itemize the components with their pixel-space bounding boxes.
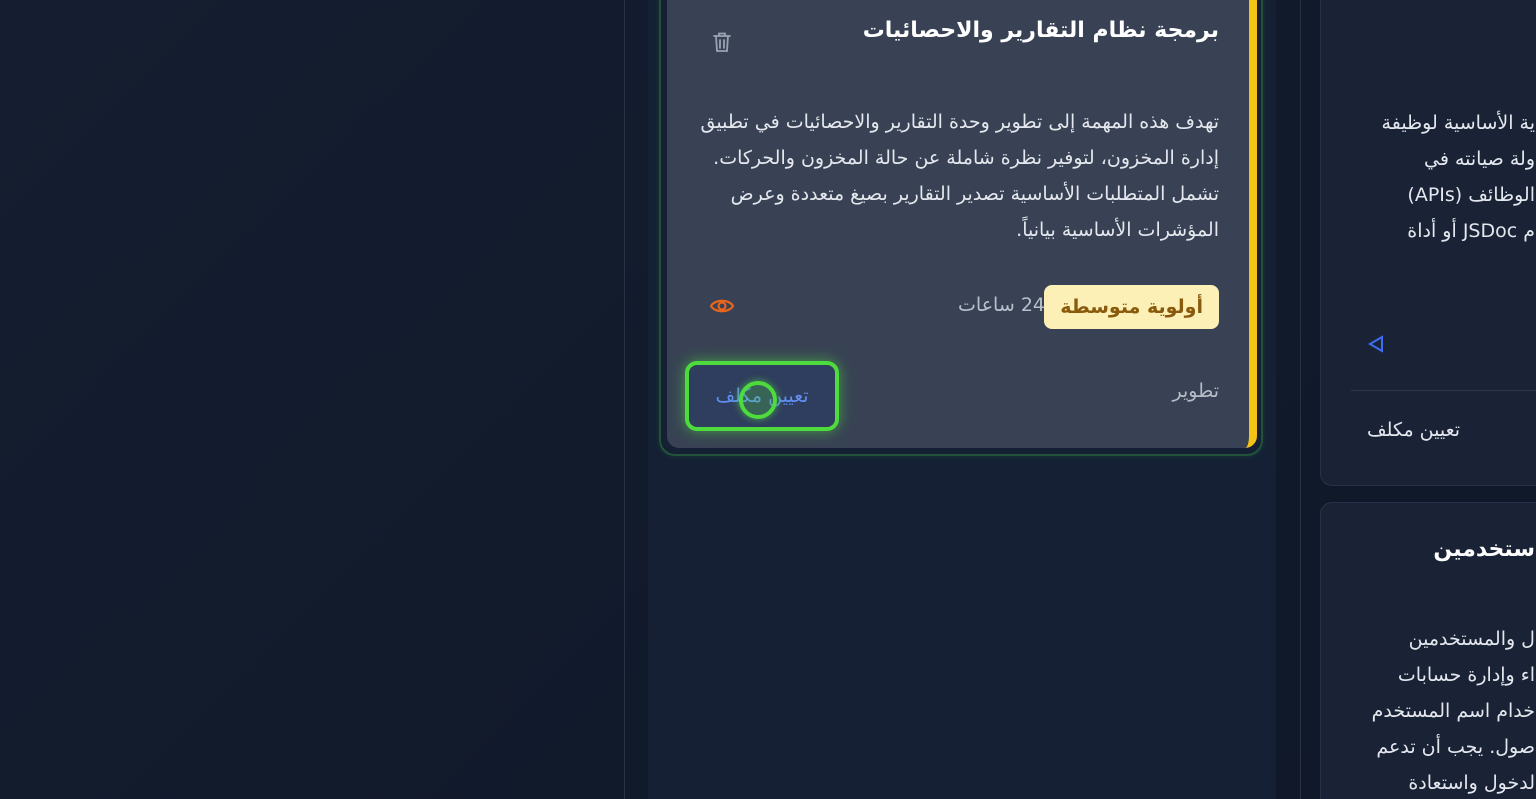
task-description-line: صول. يجب أن تدعم [1376, 736, 1535, 758]
task-card[interactable]: برمجة نظام التقارير والاحصائيات تهدف هذه… [667, 0, 1257, 448]
column-divider [624, 0, 625, 799]
task-description-line: ل والمستخدمين [1408, 628, 1535, 650]
column-divider [1300, 0, 1301, 799]
trash-icon[interactable] [711, 30, 733, 54]
task-description: تهدف هذه المهمة إلى تطوير وحدة التقارير … [700, 111, 1219, 241]
task-description-line: ولة صيانته في [1423, 148, 1535, 170]
card-divider [1351, 390, 1536, 391]
task-description-line: ية الأساسية لوظيفة [1381, 112, 1535, 134]
task-card-partial[interactable]: ستخدمين ل والمستخدمين اء وإدارة حسابات خ… [1320, 502, 1536, 799]
eye-icon[interactable] [709, 295, 735, 317]
task-description-line: الوظائف (APIs) [1407, 184, 1535, 206]
task-card-partial[interactable]: ية الأساسية لوظيفة ولة صيانته في الوظائف… [1320, 0, 1536, 486]
task-title: برمجة نظام التقارير والاحصائيات [862, 18, 1219, 43]
task-description-line: اء وإدارة حسابات [1397, 664, 1535, 686]
task-category: تطوير [1172, 380, 1219, 402]
assign-assignee-link[interactable]: تعيين مكلف [1367, 419, 1460, 441]
click-indicator [739, 381, 777, 419]
task-description-line: لدخول واستعادة [1408, 772, 1535, 794]
task-description-line: خدام اسم المستخدم [1371, 700, 1535, 722]
board-page: برمجة نظام التقارير والاحصائيات تهدف هذه… [0, 0, 1536, 799]
play-icon[interactable] [1366, 334, 1386, 354]
task-description-line: م JSDoc أو أداة [1407, 220, 1535, 242]
task-title: ستخدمين [1433, 537, 1535, 562]
estimated-hours: 24 ساعات [958, 294, 1045, 316]
priority-badge: أولوية متوسطة [1044, 285, 1219, 329]
